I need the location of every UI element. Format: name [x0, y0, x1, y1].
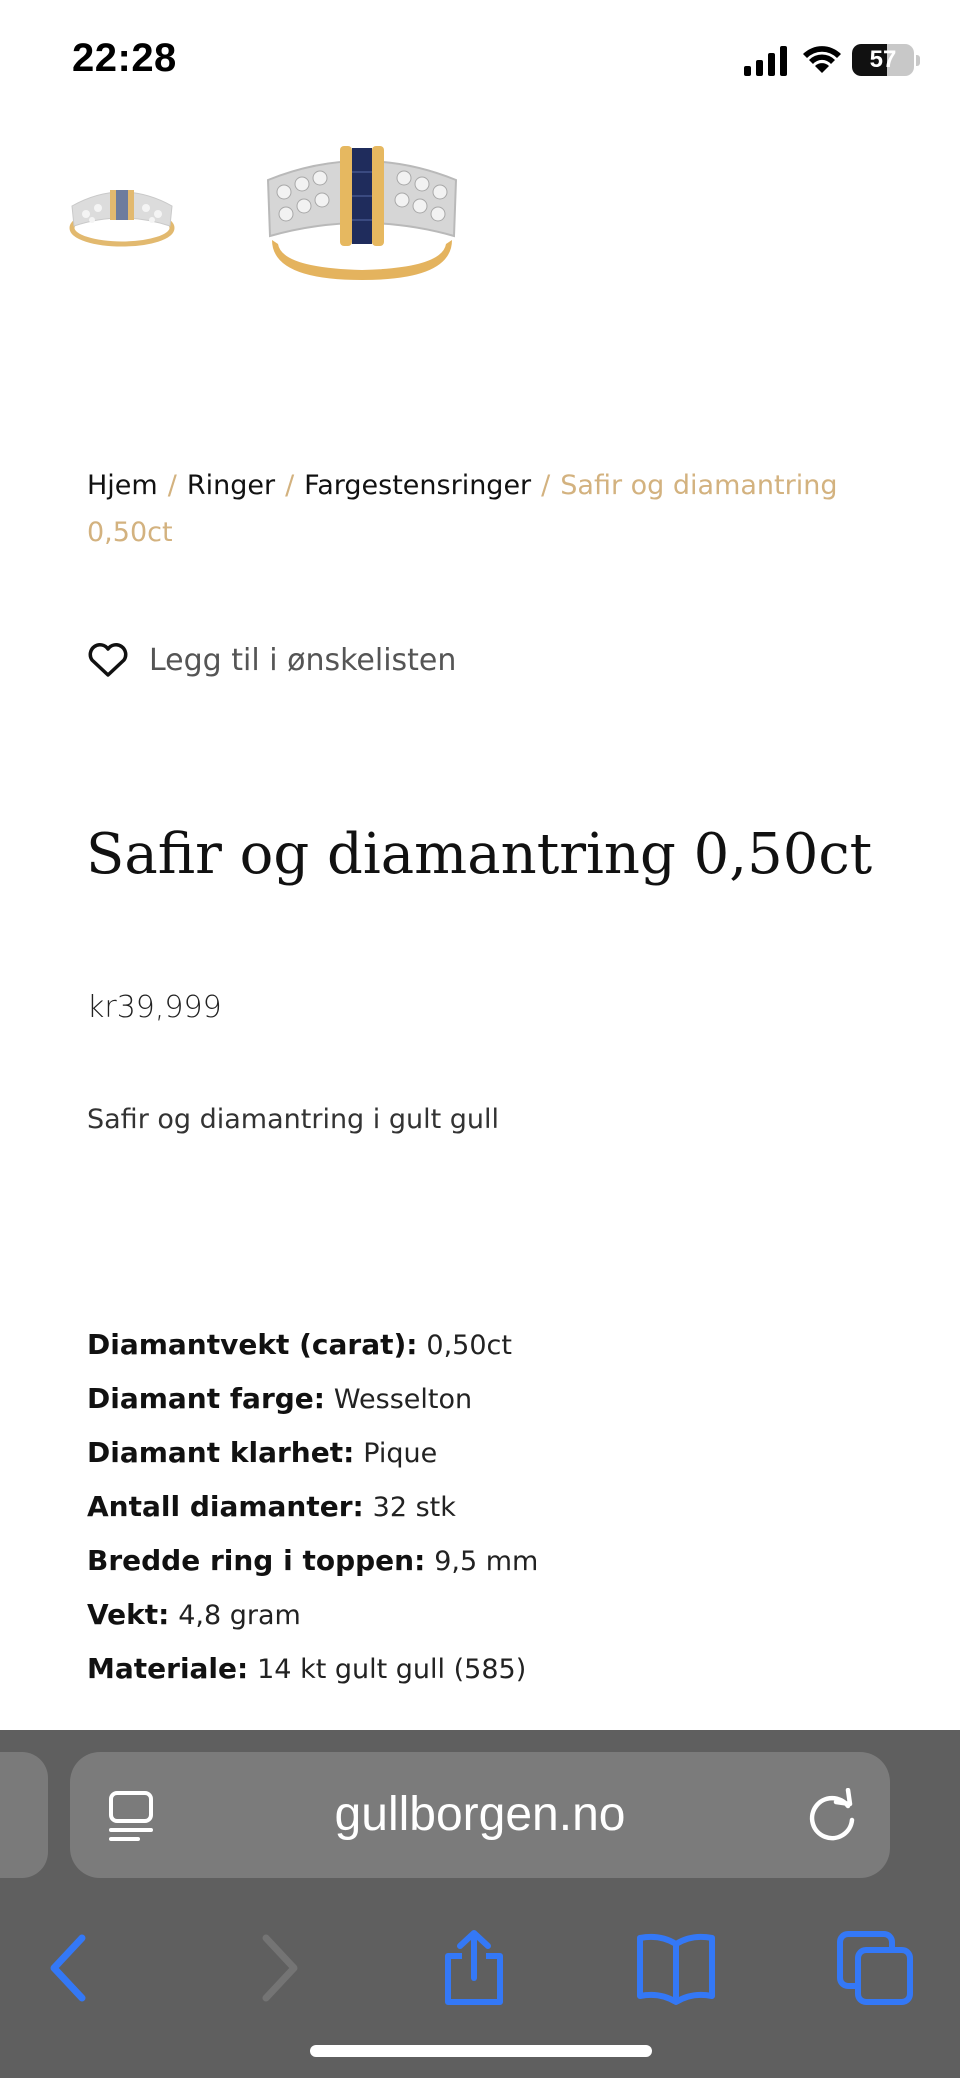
spec-row: Diamant klarhet: Pique — [87, 1426, 907, 1480]
spec-value: 0,50ct — [426, 1330, 512, 1361]
spec-value: 4,8 gram — [178, 1600, 301, 1631]
home-indicator[interactable] — [310, 2045, 652, 2057]
spec-label: Antall diamanter: — [87, 1490, 364, 1523]
battery-level: 57 — [869, 46, 897, 73]
spec-value: Pique — [363, 1438, 438, 1469]
spec-row: Materiale: 14 kt gult gull (585) — [87, 1642, 907, 1696]
spec-value: 32 stk — [372, 1492, 456, 1523]
url-text: gullborgen.no — [334, 1788, 626, 1841]
product-title: Safir og diamantring 0,50ct — [86, 822, 873, 887]
add-to-wishlist-button[interactable]: Legg til i ønskelisten — [87, 642, 456, 678]
heart-icon — [88, 643, 128, 677]
breadcrumb: Hjem / Ringer / Fargestensringer / Safir og di… — [87, 462, 887, 556]
spec-label: Diamant klarhet: — [87, 1436, 355, 1469]
reload-icon[interactable] — [806, 1788, 860, 1844]
battery-icon: 57 — [852, 44, 914, 76]
spec-label: Bredde ring i toppen: — [87, 1544, 426, 1577]
spec-row: Vekt: 4,8 gram — [87, 1588, 907, 1642]
ring-thumbnail-large[interactable] — [262, 140, 462, 288]
breadcrumb-item-home[interactable]: Hjem — [87, 470, 158, 501]
status-time: 22:28 — [72, 36, 177, 80]
wishlist-label: Legg til i ønskelisten — [149, 642, 457, 678]
address-bar[interactable]: gullborgen.no — [70, 1752, 890, 1878]
previous-tab-preview[interactable] — [0, 1752, 48, 1878]
tabs-icon[interactable] — [836, 1930, 916, 2006]
spec-label: Materiale: — [87, 1652, 249, 1685]
spec-row: Diamant farge: Wesselton — [87, 1372, 907, 1426]
wifi-icon — [803, 46, 841, 73]
breadcrumb-item-gemstone-rings[interactable]: Fargestensringer — [304, 470, 531, 501]
spec-value: 14 kt gult gull (585) — [257, 1654, 527, 1685]
product-short-description: Safir og diamantring i gult gull — [87, 1104, 500, 1135]
spec-value: 9,5 mm — [434, 1546, 539, 1577]
browser-toolbar: gullborgen.no — [0, 1730, 960, 2078]
share-icon[interactable] — [434, 1930, 514, 2006]
status-bar: 22:28 57 — [0, 0, 960, 110]
spec-value: Wesselton — [333, 1384, 473, 1415]
spec-row: Antall diamanter: 32 stk — [87, 1480, 907, 1534]
ring-thumbnail-small[interactable] — [66, 170, 178, 252]
spec-row: Bredde ring i toppen: 9,5 mm — [87, 1534, 907, 1588]
breadcrumb-separator: / — [167, 470, 177, 501]
breadcrumb-separator: / — [541, 470, 551, 501]
cellular-signal-icon — [744, 46, 787, 76]
breadcrumb-item-rings[interactable]: Ringer — [187, 470, 275, 501]
forward-icon[interactable] — [236, 1930, 316, 2006]
battery-cap — [916, 55, 920, 66]
breadcrumb-separator: / — [285, 470, 295, 501]
bookmarks-icon[interactable] — [636, 1930, 716, 2006]
spec-row: Diamantvekt (carat): 0,50ct — [87, 1318, 907, 1372]
spec-label: Diamant farge: — [87, 1382, 325, 1415]
product-specs: Diamantvekt (carat): 0,50ct Diamant farg… — [87, 1318, 907, 1696]
spec-label: Diamantvekt (carat): — [87, 1328, 418, 1361]
product-price: kr39,999 — [87, 990, 222, 1025]
back-icon[interactable] — [30, 1930, 110, 2006]
spec-label: Vekt: — [87, 1598, 170, 1631]
